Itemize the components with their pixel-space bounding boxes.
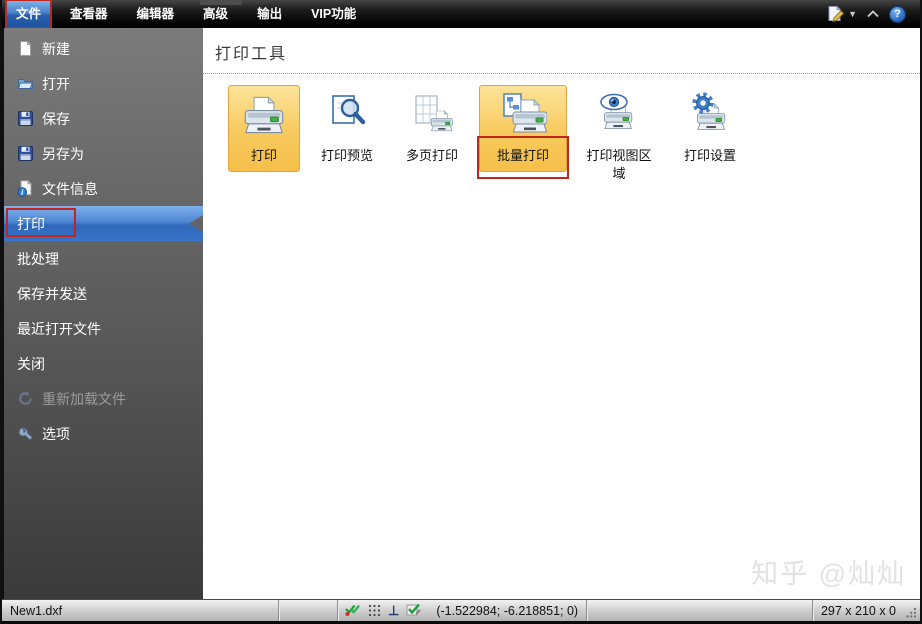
sidebar-item-batch[interactable]: 批处理 (4, 241, 203, 276)
sidebar-item-label: 重新加载文件 (42, 390, 126, 407)
status-spacer (587, 600, 812, 621)
sidebar-item-open[interactable]: 打开 (4, 66, 203, 101)
multi-page-print-icon (408, 91, 456, 139)
sidebar-item-print[interactable]: 打印 (4, 206, 203, 241)
batch-print-icon (499, 91, 547, 139)
status-dimensions: 297 x 210 x 0 (820, 603, 896, 618)
sidebar-item-label: 批处理 (17, 250, 59, 267)
file-info-icon: i (17, 180, 34, 197)
menu-tab-editor[interactable]: 编辑器 (127, 1, 185, 27)
ortho-mode-icon[interactable]: ⊥ (388, 603, 399, 619)
backstage-sidebar: 新建 打开 保存 另存为 i 文件信息 打印 批处理 保存并发送 最近打开文件 … (2, 28, 203, 599)
status-toggle-icons: ⊥ (338, 600, 428, 621)
sidebar-item-label: 打印 (17, 215, 45, 232)
sidebar-item-label: 选项 (42, 425, 70, 442)
open-folder-icon (17, 75, 34, 92)
backstage-content: 打印工具 打印 打印预览 多页打印 批量打印 打印视图区域 打印设置 知乎 @灿… (203, 28, 920, 599)
sidebar-item-save[interactable]: 保存 (4, 101, 203, 136)
sidebar-item-file-info[interactable]: i 文件信息 (4, 171, 203, 206)
chevron-down-icon: ▼ (848, 9, 857, 19)
sidebar-item-label: 另存为 (42, 145, 84, 162)
print-view-area-label: 打印视图区域 (586, 148, 652, 181)
snap-marks-icon[interactable] (344, 602, 361, 620)
minimize-ribbon-icon[interactable] (866, 5, 880, 23)
print-view-area-icon (595, 91, 643, 139)
status-blank-section (279, 600, 337, 621)
menu-tab-vip[interactable]: VIP功能 (301, 1, 366, 27)
batch-print-button[interactable]: 批量打印 (477, 85, 569, 179)
menu-tab-viewer[interactable]: 查看器 (60, 1, 118, 27)
reload-icon (17, 390, 34, 407)
status-filename: New1.dxf (10, 603, 63, 618)
sidebar-item-close[interactable]: 关闭 (4, 346, 203, 381)
sidebar-item-new[interactable]: 新建 (4, 31, 203, 66)
watermark: 知乎 @灿灿 (751, 559, 906, 589)
print-settings-button[interactable]: 打印设置 (671, 85, 749, 172)
multi-page-print-button[interactable]: 多页打印 (394, 85, 470, 172)
print-tools-row: 打印 打印预览 多页打印 批量打印 打印视图区域 打印设置 (228, 85, 920, 184)
print-preview-icon (324, 91, 370, 139)
multi-page-print-label: 多页打印 (405, 148, 458, 163)
print-preview-label: 打印预览 (320, 148, 373, 163)
save-floppy-icon (17, 110, 34, 127)
sidebar-item-label: 保存 (42, 110, 70, 127)
print-view-area-button[interactable]: 打印视图区域 (576, 85, 662, 184)
sidebar-item-label: 关闭 (17, 355, 45, 372)
page-title: 打印工具 (215, 46, 288, 63)
app-window: 文件 查看器 编辑器 高级 输出 VIP功能 ▼ ? 新建 打开 保存 另存为 … (0, 0, 922, 624)
menu-tab-advanced[interactable]: 高级 (193, 1, 238, 27)
print-button[interactable]: 打印 (228, 85, 300, 172)
grid-snap-icon[interactable] (368, 603, 381, 619)
print-settings-icon (686, 91, 734, 139)
menu-bar: 文件 查看器 编辑器 高级 输出 VIP功能 ▼ ? (2, 0, 920, 29)
print-button-label: 打印 (250, 148, 277, 163)
resize-grip[interactable] (904, 600, 920, 621)
sidebar-item-reload-file: 重新加载文件 (4, 381, 203, 416)
sidebar-item-options[interactable]: 选项 (4, 416, 203, 451)
divider (203, 73, 920, 74)
sidebar-item-label: 打开 (42, 75, 70, 92)
help-icon[interactable]: ? (889, 5, 906, 23)
status-coordinates: (-1.522984; -6.218851; 0) (436, 603, 579, 618)
menu-tab-file[interactable]: 文件 (5, 0, 53, 29)
print-settings-label: 打印设置 (683, 148, 736, 163)
sidebar-item-label: 新建 (42, 40, 70, 57)
edit-document-icon[interactable]: ▼ (826, 5, 857, 23)
status-bar: New1.dxf ⊥ (-1.522984; -6.218851; 0) 297… (2, 599, 920, 624)
wrench-icon (17, 425, 34, 442)
sidebar-item-label: 最近打开文件 (17, 320, 101, 337)
sidebar-item-label: 保存并发送 (17, 285, 87, 302)
backstage-view: 新建 打开 保存 另存为 i 文件信息 打印 批处理 保存并发送 最近打开文件 … (2, 28, 920, 599)
sidebar-item-save-as[interactable]: 另存为 (4, 136, 203, 171)
sidebar-item-recent-files[interactable]: 最近打开文件 (4, 311, 203, 346)
menu-tab-output[interactable]: 输出 (247, 1, 292, 27)
print-preview-button[interactable]: 打印预览 (309, 85, 385, 172)
save-as-floppy-icon (17, 145, 34, 162)
edit-check-icon[interactable] (406, 602, 422, 620)
quick-access-toolbar: ▼ ? (826, 5, 920, 23)
new-document-icon (17, 40, 34, 57)
sidebar-item-label: 文件信息 (42, 180, 98, 197)
sidebar-item-save-and-send[interactable]: 保存并发送 (4, 276, 203, 311)
printer-icon (242, 91, 286, 139)
menu-tab-file-label: 文件 (16, 7, 42, 21)
batch-print-label: 批量打印 (496, 148, 549, 163)
